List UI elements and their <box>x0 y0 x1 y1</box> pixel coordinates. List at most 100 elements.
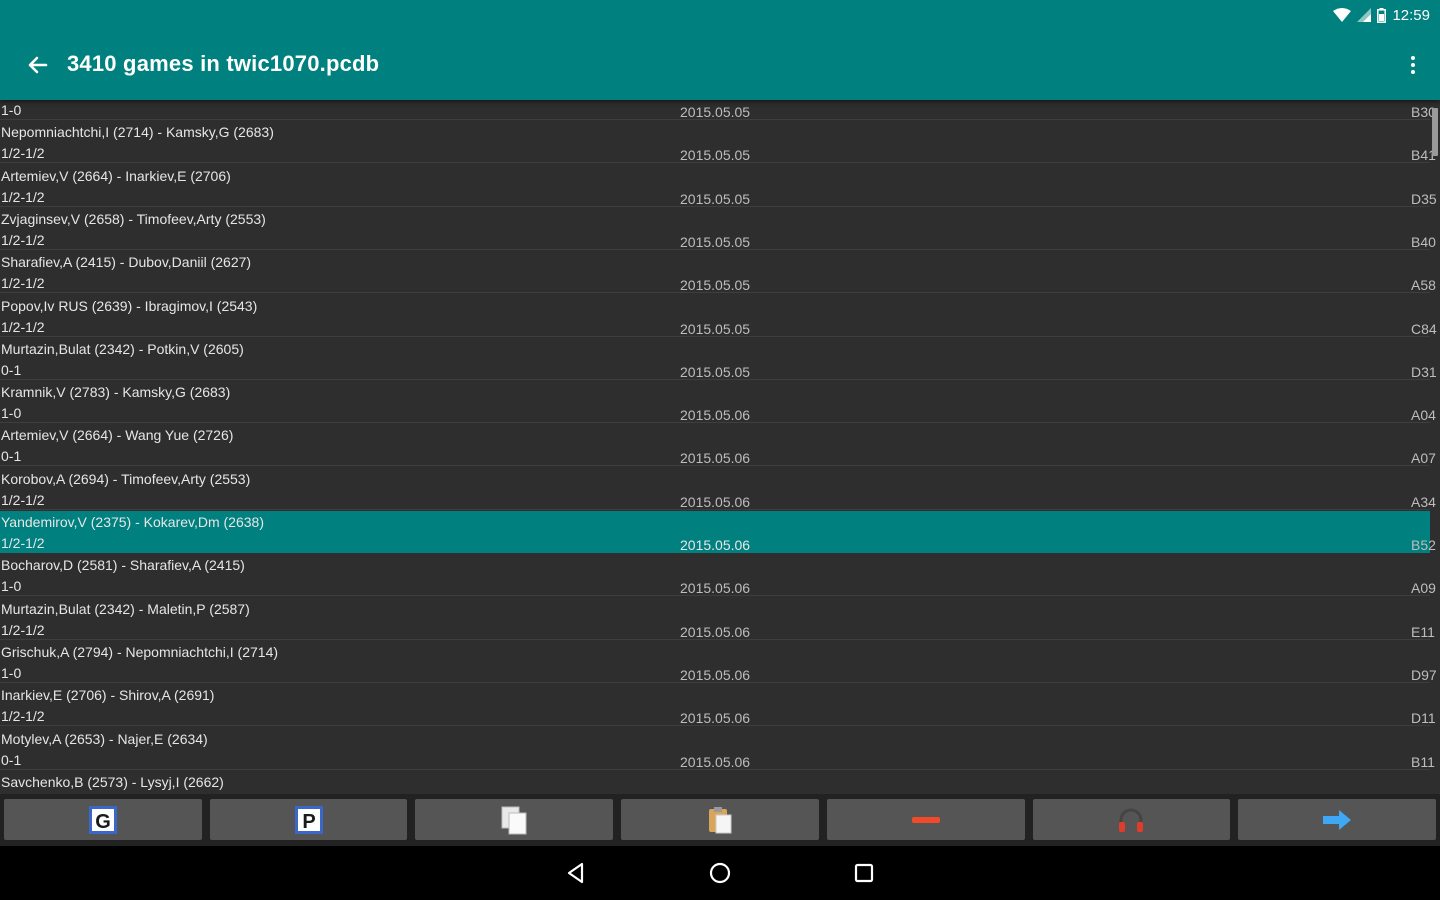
game-row[interactable]: Murtazin,Bulat (2342) - Potkin,V (2605) 0… <box>0 338 1437 380</box>
game-eco: E11 <box>1411 623 1435 640</box>
game-players: Artemiev,V (2664) - Wang Yue (2726) <box>1 427 234 444</box>
game-result: 1/2-1/2 <box>1 231 45 248</box>
page-title: 3410 games in twic1070.pcdb <box>67 51 380 76</box>
game-row[interactable]: Yandemirov,V (2375) - Kokarev,Dm (2638) 1… <box>0 511 1436 553</box>
overflow-menu-button[interactable] <box>1408 52 1418 78</box>
signal-icon <box>1357 8 1372 22</box>
game-result: 1/2-1/2 <box>1 188 45 205</box>
game-result: 1/2-1/2 <box>1 621 45 638</box>
game-eco: D31 <box>1411 363 1437 380</box>
game-date: 2015.05.06 <box>680 580 751 597</box>
game-result: 0-1 <box>1 448 22 465</box>
game-eco: A58 <box>1411 277 1436 294</box>
circle-home-icon <box>709 862 731 884</box>
scrollbar-thumb[interactable] <box>1432 108 1438 156</box>
game-row[interactable]: Artemiev,V (2664) - Wang Yue (2726) 0-1 20… <box>0 424 1436 467</box>
nav-recents-button[interactable] <box>849 858 879 888</box>
copy-button[interactable] <box>415 799 614 840</box>
p-icon: P <box>294 805 323 834</box>
game-row[interactable]: Artemiev,V (2664) - Inarkiev,E (2706) 1/2… <box>0 165 1437 207</box>
g-icon: G <box>88 805 117 834</box>
game-players: Inarkiev,E (2706) - Shirov,A (2691) <box>1 687 215 704</box>
game-eco: B11 <box>1411 753 1435 770</box>
position-mode-button[interactable]: P <box>209 799 408 840</box>
game-eco: D97 <box>1411 666 1437 683</box>
game-eco: C84 <box>1411 320 1437 337</box>
game-row[interactable]: Popov,Iv RUS (2639) - Ibragimov,I (2543)… <box>0 295 1437 337</box>
minus-icon <box>911 816 940 823</box>
game-row[interactable]: Korobov,A (2694) - Timofeev,Arty (2553) 1… <box>0 468 1436 510</box>
game-date: 2015.05.06 <box>680 407 751 424</box>
next-button[interactable] <box>1238 799 1437 840</box>
game-eco: A34 <box>1411 493 1436 510</box>
back-button[interactable] <box>22 50 52 80</box>
status-time: 12:59 <box>1392 6 1430 24</box>
game-date: 2015.05.05 <box>680 190 751 207</box>
game-row[interactable]: Bocharov,D (2581) - Sharafiev,A (2415) 1-… <box>0 554 1436 597</box>
game-result: 0-1 <box>1 751 22 768</box>
game-row[interactable]: Dolugan,V (2593) - Fedoseev,Vl3 (2674)1-… <box>0 100 1436 120</box>
bottom-toolbar: G P <box>0 794 1440 846</box>
game-players: Korobov,A (2694) - Timofeev,Arty (2553) <box>1 470 251 487</box>
game-date: 2015.05.05 <box>680 320 751 337</box>
game-result: 0-1 <box>1 361 22 378</box>
game-eco: B52 <box>1411 537 1436 553</box>
game-players: Nepomniachtchi,I (2714) - Kamsky,G (2683… <box>1 124 274 141</box>
game-eco: D35 <box>1411 190 1437 207</box>
clipboard-icon <box>709 806 732 833</box>
engine-button[interactable] <box>1032 799 1231 840</box>
game-date: 2015.05.05 <box>680 363 751 380</box>
game-date: 2015.05.05 <box>680 277 751 294</box>
square-recents-icon <box>854 863 874 883</box>
system-nav-bar <box>0 846 1440 900</box>
game-eco: D11 <box>1411 710 1436 727</box>
game-players: Artemiev,V (2664) - Inarkiev,E (2706) <box>1 167 231 184</box>
game-players: Yandemirov,V (2375) - Kokarev,Dm (2638) <box>1 514 264 530</box>
game-eco: B40 <box>1411 233 1436 250</box>
game-row[interactable]: Kramnik,V (2783) - Kamsky,G (2683) 1-0 201… <box>0 381 1436 424</box>
status-bar: 12:59 <box>1333 5 1430 25</box>
game-row[interactable]: Sharafiev,A (2415) - Dubov,Daniil (2627)… <box>0 251 1436 294</box>
game-date: 2015.05.06 <box>680 493 751 510</box>
game-result: 1-0 <box>1 405 22 422</box>
game-result: 1/2-1/2 <box>1 535 45 551</box>
nav-back-button[interactable] <box>561 858 591 888</box>
game-row[interactable]: Savchenko,B (2573) - Lysyj,I (2662) <box>0 771 1430 794</box>
game-row[interactable]: Inarkiev,E (2706) - Shirov,A (2691) 1/2-1… <box>0 684 1436 727</box>
game-result: 1/2-1/2 <box>1 275 45 292</box>
game-players: Savchenko,B (2573) - Lysyj,I (2662) <box>1 773 224 790</box>
game-date: 2015.05.05 <box>680 104 751 120</box>
paste-button[interactable] <box>621 799 819 840</box>
wifi-icon <box>1333 8 1352 22</box>
game-row[interactable]: Motylev,A (2653) - Najer,E (2634) 0-1 2015… <box>0 728 1435 770</box>
triangle-back-icon <box>567 862 584 884</box>
game-date: 2015.05.06 <box>680 450 751 467</box>
app-bar: 12:59 3410 games in twic1070.pcdb <box>0 0 1440 100</box>
game-list[interactable]: Dolugan,V (2593) - Fedoseev,Vl3 (2674)1-… <box>0 100 1440 794</box>
game-eco: A07 <box>1411 450 1436 467</box>
game-eco: A04 <box>1411 407 1436 424</box>
game-date: 2015.05.06 <box>680 623 751 640</box>
more-vert-icon <box>1411 56 1415 60</box>
game-result: 1/2-1/2 <box>1 318 45 335</box>
delete-button[interactable] <box>826 799 1025 840</box>
headphones-icon <box>1119 808 1144 832</box>
game-date: 2015.05.06 <box>680 710 751 727</box>
game-players: Murtazin,Bulat (2342) - Maletin,P (2587) <box>1 600 250 617</box>
game-players: Murtazin,Bulat (2342) - Potkin,V (2605) <box>1 340 244 357</box>
nav-home-button[interactable] <box>705 858 735 888</box>
game-result: 1/2-1/2 <box>1 708 45 725</box>
game-row[interactable]: Murtazin,Bulat (2342) - Maletin,P (2587)… <box>0 598 1435 640</box>
game-row[interactable]: Zvjaginsev,V (2658) - Timofeev,Arty (255… <box>0 208 1436 250</box>
game-date: 2015.05.06 <box>680 753 751 770</box>
game-players: Motylev,A (2653) - Najer,E (2634) <box>1 730 208 747</box>
game-mode-button[interactable]: G <box>4 799 202 840</box>
game-players: Zvjaginsev,V (2658) - Timofeev,Arty (255… <box>1 210 266 227</box>
game-players: Bocharov,D (2581) - Sharafiev,A (2415) <box>1 557 245 574</box>
game-players: Popov,Iv RUS (2639) - Ibragimov,I (2543) <box>1 297 258 314</box>
game-date: 2015.05.06 <box>680 666 751 683</box>
game-date: 2015.05.05 <box>680 147 751 164</box>
game-row[interactable]: Nepomniachtchi,I (2714) - Kamsky,G (2683… <box>0 121 1436 164</box>
game-result: 1-0 <box>1 578 22 595</box>
game-row[interactable]: Grischuk,A (2794) - Nepomniachtchi,I (27… <box>0 641 1437 683</box>
